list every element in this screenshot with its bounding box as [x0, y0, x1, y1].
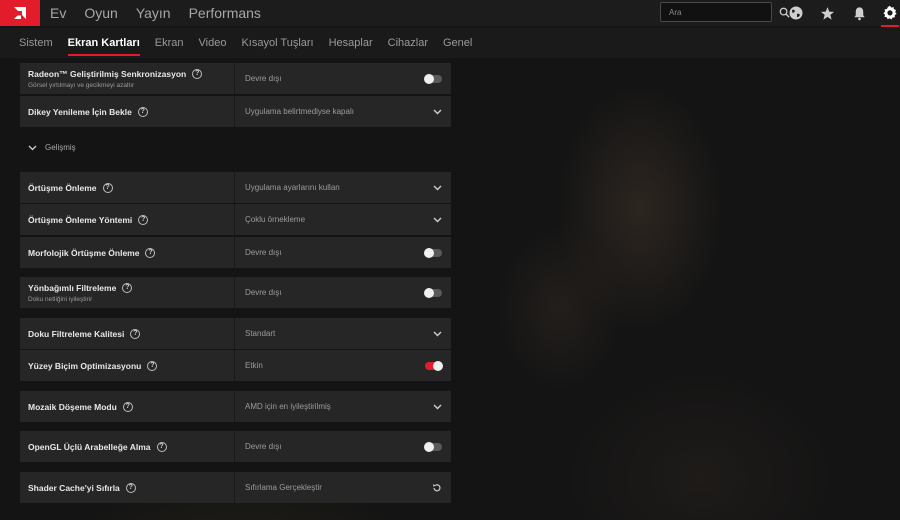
setting-row-aa-method: Örtüşme Önleme Yöntemi? Çoklu örnekleme — [20, 204, 451, 235]
chevron-down-icon — [28, 145, 37, 150]
nav-home[interactable]: Ev — [50, 5, 66, 21]
chevron-down-icon — [432, 107, 442, 117]
setting-row-anti-aliasing: Örtüşme Önleme? Uygulama ayarlarını kull… — [20, 172, 451, 203]
tab-graphics[interactable]: Ekran Kartları — [67, 28, 140, 58]
help-icon[interactable]: ? — [192, 68, 203, 79]
setting-row-morphological-aa: Morfolojik Örtüşme Önleme? Devre dışı — [20, 237, 451, 268]
setting-description: Görsel yırtılmayı ve gecikmeyi azaltır — [28, 81, 135, 89]
tab-accounts[interactable]: Hesaplar — [329, 28, 373, 58]
setting-value: Devre dışı — [245, 442, 282, 451]
help-icon[interactable]: ? — [147, 360, 158, 371]
search-box[interactable] — [660, 2, 790, 22]
advanced-section-toggle[interactable]: Gelişmiş — [28, 143, 76, 152]
amd-logo[interactable] — [0, 0, 40, 26]
settings-tabs: Sistem Ekran Kartları Ekran Video Kısayo… — [0, 28, 900, 58]
help-icon[interactable]: ? — [130, 328, 141, 339]
tab-devices[interactable]: Cihazlar — [388, 28, 428, 58]
surface-format-toggle[interactable]: Etkin — [235, 350, 451, 381]
chevron-down-icon — [432, 183, 442, 193]
nav-performance[interactable]: Performans — [189, 5, 261, 21]
setting-label: Mozaik Döşeme Modu — [28, 401, 117, 412]
help-icon[interactable]: ? — [137, 106, 148, 117]
gear-icon[interactable] — [881, 4, 899, 22]
search-input[interactable] — [661, 7, 779, 17]
star-icon[interactable] — [818, 4, 836, 22]
globe-icon[interactable] — [787, 4, 805, 22]
help-icon[interactable]: ? — [156, 441, 167, 452]
setting-value: Standart — [245, 329, 276, 338]
setting-label: Örtüşme Önleme — [28, 182, 97, 193]
help-icon[interactable]: ? — [122, 401, 133, 412]
setting-row-texture-quality: Doku Filtreleme Kalitesi? Standart — [20, 318, 451, 349]
reset-shader-cache-button[interactable]: Sıfırlama Gerçekleştir — [235, 472, 451, 503]
setting-value: Çoklu örnekleme — [245, 215, 306, 224]
help-icon[interactable]: ? — [102, 182, 113, 193]
setting-value: Devre dışı — [245, 248, 282, 257]
vsync-dropdown[interactable]: Uygulama belirtmediyse kapalı — [235, 96, 451, 127]
setting-label: Örtüşme Önleme Yöntemi — [28, 214, 133, 225]
setting-label: OpenGL Üçlü Arabelleğe Alma — [28, 441, 151, 452]
aa-method-dropdown[interactable]: Çoklu örnekleme — [235, 204, 451, 235]
tab-general[interactable]: Genel — [443, 28, 472, 58]
tab-display[interactable]: Ekran — [155, 28, 184, 58]
morphological-aa-toggle[interactable]: Devre dışı — [235, 237, 451, 268]
anti-aliasing-dropdown[interactable]: Uygulama ayarlarını kullan — [235, 172, 451, 203]
setting-value: Uygulama belirtmediyse kapalı — [245, 107, 354, 116]
top-bar: Ev Oyun Yayın Performans — [0, 0, 900, 27]
enhanced-sync-toggle[interactable]: Devre dışı — [235, 63, 451, 94]
help-icon[interactable]: ? — [145, 247, 156, 258]
top-nav: Ev Oyun Yayın Performans — [50, 5, 279, 21]
setting-row-surface-format: Yüzey Biçim Optimizasyonu? Etkin — [20, 350, 451, 381]
chevron-down-icon — [432, 329, 442, 339]
setting-label: Yönbağımlı Filtreleme — [28, 282, 117, 293]
setting-label: Dikey Yenileme İçin Bekle — [28, 106, 132, 117]
setting-row-reset-shader-cache: Shader Cache'yi Sıfırla? Sıfırlama Gerçe… — [20, 472, 451, 503]
tab-hotkeys[interactable]: Kısayol Tuşları — [241, 28, 313, 58]
chevron-down-icon — [432, 402, 442, 412]
texture-quality-dropdown[interactable]: Standart — [235, 318, 451, 349]
setting-label: Yüzey Biçim Optimizasyonu — [28, 360, 142, 371]
setting-row-enhanced-sync: Radeon™ Geliştirilmiş Senkronizasyon? Gö… — [20, 63, 451, 94]
setting-row-vsync: Dikey Yenileme İçin Bekle? Uygulama beli… — [20, 96, 451, 127]
nav-gaming[interactable]: Oyun — [84, 5, 117, 21]
setting-label: Shader Cache'yi Sıfırla — [28, 482, 120, 493]
nav-streaming[interactable]: Yayın — [136, 5, 171, 21]
toggle-switch[interactable] — [424, 73, 442, 84]
setting-label: Radeon™ Geliştirilmiş Senkronizasyon — [28, 68, 187, 79]
setting-value: Sıfırlama Gerçekleştir — [245, 483, 322, 492]
tab-video[interactable]: Video — [199, 28, 227, 58]
setting-description: Doku netliğini iyileştirir — [28, 295, 93, 303]
setting-row-anisotropic: Yönbağımlı Filtreleme? Doku netliğini iy… — [20, 277, 451, 308]
setting-value: Devre dışı — [245, 74, 282, 83]
toggle-switch[interactable] — [424, 247, 442, 258]
setting-value: Devre dışı — [245, 288, 282, 297]
setting-value: AMD için en iyileştirilmiş — [245, 402, 331, 411]
tab-system[interactable]: Sistem — [19, 28, 53, 58]
setting-label: Morfolojik Örtüşme Önleme — [28, 247, 140, 258]
toggle-switch[interactable] — [425, 360, 443, 371]
setting-value: Uygulama ayarlarını kullan — [245, 183, 340, 192]
advanced-label: Gelişmiş — [45, 143, 76, 152]
opengl-triple-buffering-toggle[interactable]: Devre dışı — [235, 431, 451, 462]
setting-row-opengl-triple-buffering: OpenGL Üçlü Arabelleğe Alma? Devre dışı — [20, 431, 451, 462]
setting-value: Etkin — [245, 361, 263, 370]
setting-row-tessellation: Mozaik Döşeme Modu? AMD için en iyileşti… — [20, 391, 451, 422]
help-icon[interactable]: ? — [122, 282, 133, 293]
reset-icon[interactable] — [432, 483, 442, 493]
toggle-switch[interactable] — [424, 287, 442, 298]
setting-label: Doku Filtreleme Kalitesi — [28, 328, 125, 339]
help-icon[interactable]: ? — [125, 482, 136, 493]
chevron-down-icon — [432, 215, 442, 225]
tessellation-dropdown[interactable]: AMD için en iyileştirilmiş — [235, 391, 451, 422]
bell-icon[interactable] — [850, 4, 868, 22]
help-icon[interactable]: ? — [138, 214, 149, 225]
settings-active-indicator — [881, 25, 899, 27]
toggle-switch[interactable] — [424, 441, 442, 452]
anisotropic-toggle[interactable]: Devre dışı — [235, 277, 451, 308]
